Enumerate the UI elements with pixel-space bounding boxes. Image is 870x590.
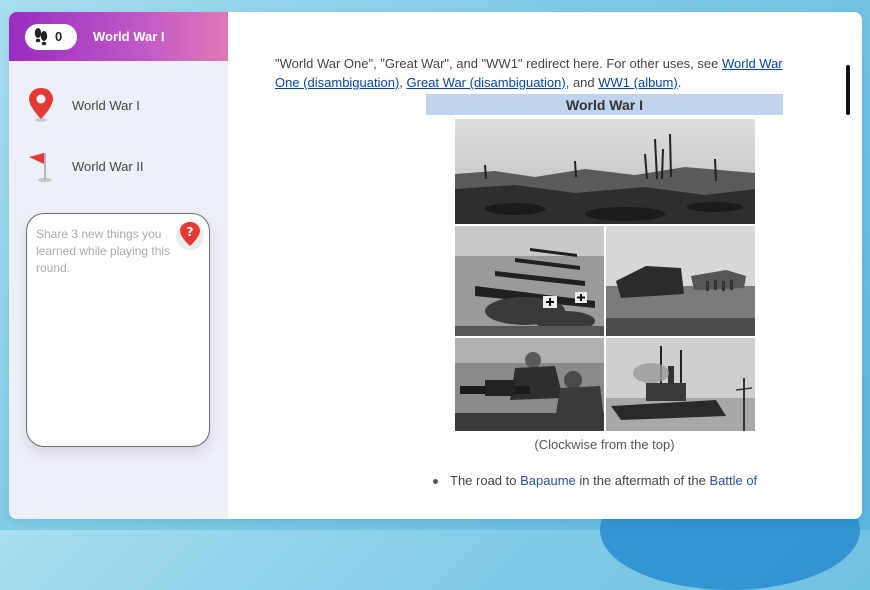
app-window: 0 World War I World War I World War II S… xyxy=(9,12,862,519)
notes-card: ? xyxy=(26,213,210,447)
bullet-dot xyxy=(433,479,438,484)
map-pin-icon xyxy=(23,87,59,123)
footsteps-icon xyxy=(33,27,49,47)
list-item: The road to Bapaume in the aftermath of … xyxy=(433,473,757,488)
help-button[interactable]: ? xyxy=(176,221,204,252)
hatnote: "World War One", "Great War", and "WW1" … xyxy=(275,54,795,92)
bullet-text: in the aftermath of the xyxy=(575,473,710,488)
scrollbar-thumb[interactable] xyxy=(846,65,850,115)
step-counter: 0 xyxy=(25,23,77,50)
machine-gun-photo xyxy=(455,338,604,431)
hatnote-separator: , xyxy=(399,75,407,90)
step-count: 0 xyxy=(55,29,63,44)
link-bapaume[interactable]: Bapaume xyxy=(520,473,576,488)
battleship-photo xyxy=(606,338,755,431)
nav-label: World War II xyxy=(72,158,144,174)
nav-label: World War I xyxy=(72,97,140,113)
nav-item-world-war-ii[interactable]: World War II xyxy=(9,146,228,186)
battlefield-photo xyxy=(455,119,755,224)
link-great-war-disambiguation[interactable]: Great War (disambiguation) xyxy=(407,75,566,90)
nav-item-world-war-i[interactable]: World War I xyxy=(9,85,228,125)
hatnote-end: . xyxy=(677,75,682,90)
link-ww1-album[interactable]: WW1 (album) xyxy=(598,75,677,90)
notes-input[interactable] xyxy=(34,224,174,428)
hatnote-separator: , and xyxy=(565,75,599,90)
link-battle-of[interactable]: Battle of xyxy=(709,473,757,488)
game-title: World War I xyxy=(93,29,165,44)
article-pane: "World War One", "Great War", and "WW1" … xyxy=(228,12,862,519)
sidebar: 0 World War I World War I World War II S… xyxy=(9,12,228,519)
hatnote-text: "World War One", "Great War", and "WW1" … xyxy=(275,56,722,71)
red-flag-icon xyxy=(23,148,59,184)
bullet-text: The road to xyxy=(450,473,521,488)
game-topbar: 0 World War I xyxy=(9,12,228,61)
svg-text:?: ? xyxy=(187,225,194,239)
infobox-title: World War I xyxy=(426,94,783,115)
infobox-image-collage[interactable] xyxy=(455,119,755,431)
aircraft-photo xyxy=(455,226,604,336)
infobox-caption: (Clockwise from the top) xyxy=(534,437,675,452)
help-icon: ? xyxy=(179,221,201,252)
tank-photo xyxy=(606,226,755,336)
